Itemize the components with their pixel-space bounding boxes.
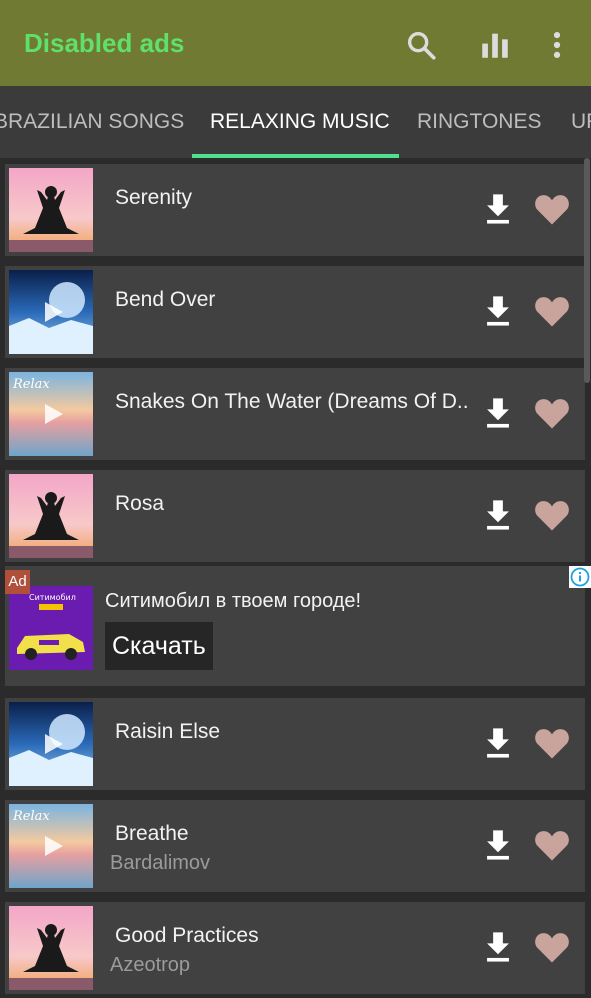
song-thumbnail: Relax xyxy=(9,804,93,888)
song-title: Serenity xyxy=(115,186,193,209)
song-artist: Azeotrop xyxy=(110,954,191,976)
heart-icon[interactable] xyxy=(533,294,571,328)
equalizer-icon[interactable] xyxy=(478,28,512,62)
song-artist: Bardalimov xyxy=(110,852,211,874)
heart-icon[interactable] xyxy=(533,396,571,430)
song-item[interactable]: Raisin Else xyxy=(5,698,585,790)
heart-icon[interactable] xyxy=(533,498,571,532)
song-item[interactable]: Relax Breathe Bardalimov xyxy=(5,800,585,892)
heart-icon[interactable] xyxy=(533,828,571,862)
heart-icon[interactable] xyxy=(533,192,571,226)
song-title: Rosa xyxy=(115,492,165,515)
download-icon[interactable] xyxy=(483,498,513,532)
song-title: Raisin Else xyxy=(115,720,221,743)
song-item[interactable]: Rosa xyxy=(5,470,585,562)
svg-text:Relax: Relax xyxy=(12,377,50,392)
svg-text:Relax: Relax xyxy=(12,809,50,824)
tab-bar: BRAZILIAN SONGS RELAXING MUSIC RINGTONES… xyxy=(0,86,591,158)
ad-thumbnail: Ситимобил xyxy=(9,586,93,670)
ad-badge: Ad xyxy=(5,570,30,594)
tab-ringtones[interactable]: RINGTONES xyxy=(417,86,541,158)
tab-relaxing-music[interactable]: RELAXING MUSIC xyxy=(210,86,390,158)
ad-card[interactable]: Ситимобил Ad Ситимобил в твоем городе! С… xyxy=(5,566,591,686)
song-thumbnail xyxy=(9,474,93,558)
song-title: Good Practices xyxy=(115,924,259,947)
song-thumbnail xyxy=(9,168,93,252)
song-item[interactable]: Serenity xyxy=(5,164,585,256)
download-icon[interactable] xyxy=(483,294,513,328)
song-item[interactable]: Bend Over xyxy=(5,266,585,358)
ad-thumb-brand: Ситимобил xyxy=(29,593,76,602)
song-thumbnail xyxy=(9,906,93,990)
download-icon[interactable] xyxy=(483,396,513,430)
song-item[interactable]: Good Practices Azeotrop xyxy=(5,902,585,994)
song-thumbnail xyxy=(9,270,93,354)
app-bar: Disabled ads xyxy=(0,0,591,86)
tab-ur[interactable]: UR xyxy=(571,86,591,158)
info-icon[interactable] xyxy=(569,566,591,588)
ad-download-button[interactable]: Скачать xyxy=(105,622,213,670)
song-title: Bend Over xyxy=(115,288,216,311)
tab-brazilian-songs[interactable]: BRAZILIAN SONGS xyxy=(0,86,184,158)
more-vert-icon[interactable] xyxy=(540,28,574,62)
song-thumbnail: Relax xyxy=(9,372,93,456)
ad-headline: Ситимобил в твоем городе! xyxy=(105,590,362,612)
search-icon[interactable] xyxy=(404,28,438,62)
download-icon[interactable] xyxy=(483,726,513,760)
song-title: Breathe xyxy=(115,822,189,845)
heart-icon[interactable] xyxy=(533,930,571,964)
download-icon[interactable] xyxy=(483,192,513,226)
scrollbar[interactable] xyxy=(584,158,590,383)
heart-icon[interactable] xyxy=(533,726,571,760)
song-item[interactable]: Relax Snakes On The Water (Dreams Of D.. xyxy=(5,368,585,460)
song-title: Snakes On The Water (Dreams Of D.. xyxy=(115,390,469,413)
download-icon[interactable] xyxy=(483,828,513,862)
download-icon[interactable] xyxy=(483,930,513,964)
app-title: Disabled ads xyxy=(24,28,185,58)
song-thumbnail xyxy=(9,702,93,786)
